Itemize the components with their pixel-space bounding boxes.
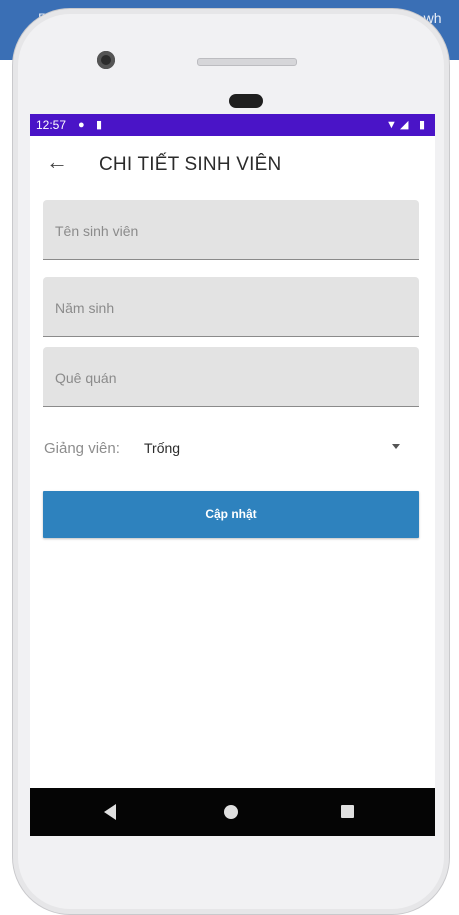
lecturer-dropdown[interactable]: Trống (142, 432, 418, 462)
back-triangle-icon[interactable] (104, 804, 116, 820)
home-circle-icon[interactable] (224, 805, 238, 819)
lecturer-selected-value: Trống (144, 440, 181, 456)
status-bar: 12:57 ● ▮ ▼ ◢ ▮ (30, 114, 435, 136)
front-camera-icon (97, 51, 115, 69)
signal-icon: ◢ (400, 119, 409, 131)
birth-year-placeholder: Năm sinh (55, 300, 115, 316)
birth-year-field[interactable]: Năm sinh (43, 277, 419, 337)
sd-card-icon: ▮ (96, 119, 103, 131)
wifi-icon: ▼ (386, 119, 397, 131)
app-screen: 12:57 ● ▮ ▼ ◢ ▮ ← CHI TIẾT SINH VIÊN Tên… (30, 114, 435, 836)
hometown-placeholder: Quê quán (55, 370, 117, 386)
android-nav-bar (30, 788, 435, 836)
student-name-placeholder: Tên sinh viên (55, 223, 139, 239)
page-title: CHI TIẾT SINH VIÊN (99, 154, 282, 175)
arrow-left-icon[interactable]: ← (46, 150, 68, 174)
battery-icon: ▮ (419, 119, 426, 131)
dropdown-caret-icon (392, 444, 400, 449)
student-name-field[interactable]: Tên sinh viên (43, 200, 419, 260)
proximity-sensor (229, 94, 263, 108)
recents-square-icon[interactable] (341, 805, 354, 818)
update-button[interactable]: Cập nhật (43, 491, 419, 538)
earpiece-speaker (197, 58, 297, 66)
lecturer-label: Giảng viên: (44, 440, 120, 457)
hometown-field[interactable]: Quê quán (43, 347, 419, 407)
status-time: 12:57 (36, 118, 67, 132)
app-toolbar: ← CHI TIẾT SINH VIÊN (30, 136, 435, 192)
p-icon: ● (78, 119, 85, 131)
